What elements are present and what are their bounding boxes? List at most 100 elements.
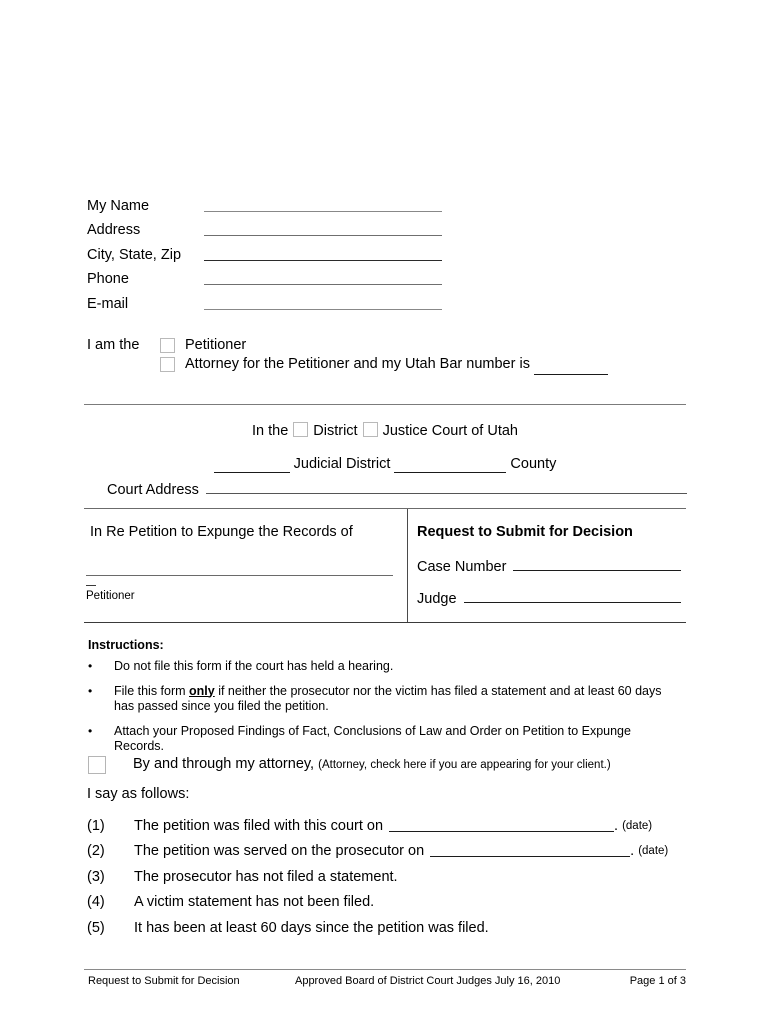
footer-approval-note: Approved Board of District Court Judges …: [294, 975, 561, 987]
contact-information-block: My Name Address City, State, Zip Phone E…: [87, 190, 507, 313]
fill-line-judge[interactable]: [463, 602, 681, 603]
instruction-text: File this form only if neither the prose…: [114, 684, 678, 715]
statement-text: The prosecutor has not filed a statement…: [134, 868, 398, 885]
checkbox-district-court[interactable]: [293, 422, 309, 437]
field-label-email: E-mail: [87, 295, 129, 312]
list-item: (3) The prosecutor has not filed a state…: [87, 861, 687, 887]
attorney-appearance-text: By and through my attorney, (Attorney, c…: [133, 755, 611, 775]
fill-line-petitioner-name[interactable]: [86, 575, 393, 576]
role-label-attorney-wrapper: Attorney for the Petitioner and my Utah …: [185, 355, 608, 375]
role-option-petitioner-row: I am the Petitioner: [87, 336, 687, 355]
statement-text: It has been at least 60 days since the p…: [134, 919, 489, 936]
case-number-row: Case Number: [417, 559, 681, 575]
court-type-line: In the District Justice Court of Utah: [84, 422, 686, 439]
statement-text: The petition was served on the prosecuto…: [134, 843, 425, 859]
fill-line-my-name[interactable]: [204, 210, 442, 212]
instructions-heading: Instructions:: [88, 638, 164, 652]
fill-line-email[interactable]: [204, 308, 442, 310]
field-label-city-state-zip: City, State, Zip: [87, 246, 182, 263]
field-label-address: Address: [87, 222, 141, 238]
fill-line-judicial-district[interactable]: [213, 456, 290, 473]
judicial-district-line: Judicial District County: [84, 456, 686, 473]
petitioner-caption-label: Petitioner: [86, 590, 135, 602]
list-item: (4) A victim statement has not been file…: [87, 887, 687, 913]
checkbox-attorney[interactable]: [160, 357, 175, 372]
fill-line-city-state-zip[interactable]: [204, 259, 442, 261]
document-title: Request to Submit for Decision: [417, 524, 633, 540]
document-page: My Name Address City, State, Zip Phone E…: [0, 0, 770, 1024]
court-address-line: Court Address: [107, 482, 687, 498]
field-row-phone: Phone: [87, 264, 507, 289]
checkbox-justice-court[interactable]: [362, 422, 378, 437]
fill-line-court-address[interactable]: [205, 493, 687, 494]
instruction-text-part: File this form: [114, 683, 190, 698]
judge-label: Judge: [417, 591, 457, 607]
instructions-list: • Do not file this form if the court has…: [88, 659, 678, 764]
checkbox-by-and-through-attorney[interactable]: [88, 756, 106, 774]
list-item: (1) The petition was filed with this cou…: [87, 810, 687, 836]
instruction-text: Do not file this form if the court has h…: [114, 659, 678, 675]
statement-date-note: (date): [638, 845, 669, 857]
field-label-phone: Phone: [87, 271, 129, 287]
in-re-text: In Re Petition to Expunge the Records of: [90, 524, 353, 540]
statement-number: (2): [87, 843, 105, 859]
statements-list: (1) The petition was filed with this cou…: [87, 810, 687, 938]
field-row-city-state-zip: City, State, Zip: [87, 239, 507, 264]
statement-text: The petition was filed with this court o…: [134, 817, 384, 834]
attorney-appearance-label: By and through my attorney,: [133, 756, 315, 772]
statement-number: (3): [87, 868, 105, 885]
statement-date-note: (date): [622, 819, 653, 832]
caption-right-column: Request to Submit for Decision Case Numb…: [408, 509, 686, 622]
caption-left-column: In Re Petition to Expunge the Records of…: [84, 509, 408, 622]
statement-number: (5): [87, 919, 105, 936]
checkbox-petitioner[interactable]: [160, 338, 175, 353]
district-label: District: [313, 423, 358, 439]
field-label-my-name: My Name: [87, 197, 150, 214]
field-row-email: E-mail: [87, 288, 507, 313]
role-option-attorney-row: Attorney for the Petitioner and my Utah …: [87, 355, 687, 375]
role-label-petitioner: Petitioner: [185, 337, 247, 353]
statement-number: (1): [87, 817, 105, 834]
list-item: (5) It has been at least 60 days since t…: [87, 912, 687, 938]
field-row-my-name: My Name: [87, 190, 507, 215]
bullet-icon: •: [88, 723, 93, 738]
list-item: • Do not file this form if the court has…: [88, 659, 678, 675]
county-label: County: [510, 456, 557, 472]
field-row-address: Address: [87, 215, 507, 240]
role-selection-block: I am the Petitioner Attorney for the Pet…: [87, 336, 687, 375]
attorney-appearance-row: By and through my attorney, (Attorney, c…: [88, 755, 688, 775]
section-divider-rule: [84, 404, 686, 405]
list-item: • File this form only if neither the pro…: [88, 684, 678, 715]
petitioner-tick-mark: [86, 585, 96, 586]
list-item: (2) The petition was served on the prose…: [87, 836, 687, 862]
instruction-text-part: Attach your Proposed Findings of Fact, C…: [114, 723, 631, 754]
case-caption-box: In Re Petition to Expunge the Records of…: [84, 508, 686, 623]
statement-number: (4): [87, 894, 105, 910]
fill-line-served-prosecutor-date[interactable]: [430, 856, 631, 857]
i-say-as-follows-label: I say as follows:: [87, 786, 190, 802]
fill-line-petition-filed-date[interactable]: [389, 830, 615, 832]
page-footer: Request to Submit for Decision Approved …: [88, 975, 686, 987]
judge-row: Judge: [417, 591, 681, 607]
case-number-label: Case Number: [417, 559, 507, 575]
list-item: • Attach your Proposed Findings of Fact,…: [88, 724, 678, 755]
fill-line-address[interactable]: [204, 235, 442, 236]
instruction-text: Attach your Proposed Findings of Fact, C…: [114, 724, 678, 755]
justice-court-label: Justice Court of Utah: [382, 423, 518, 439]
instruction-text-part: Do not file this form if the court has h…: [114, 659, 394, 673]
footer-form-title: Request to Submit for Decision: [88, 975, 240, 987]
statement-text: A victim statement has not been filed.: [134, 894, 375, 910]
fill-line-case-number[interactable]: [513, 570, 681, 571]
instruction-emphasis: only: [189, 683, 215, 698]
footer-divider-rule: [84, 969, 686, 970]
fill-line-county[interactable]: [394, 456, 507, 473]
fill-line-phone[interactable]: [204, 284, 442, 285]
bullet-icon: •: [88, 683, 93, 698]
in-the-label: In the: [252, 423, 289, 439]
role-label-attorney: Attorney for the Petitioner and my Utah …: [185, 356, 530, 372]
fill-line-bar-number[interactable]: [533, 355, 608, 375]
court-address-label: Court Address: [107, 482, 199, 498]
role-lead-label: I am the: [87, 337, 140, 353]
bullet-icon: •: [88, 659, 93, 673]
judicial-district-label: Judicial District: [293, 456, 391, 472]
